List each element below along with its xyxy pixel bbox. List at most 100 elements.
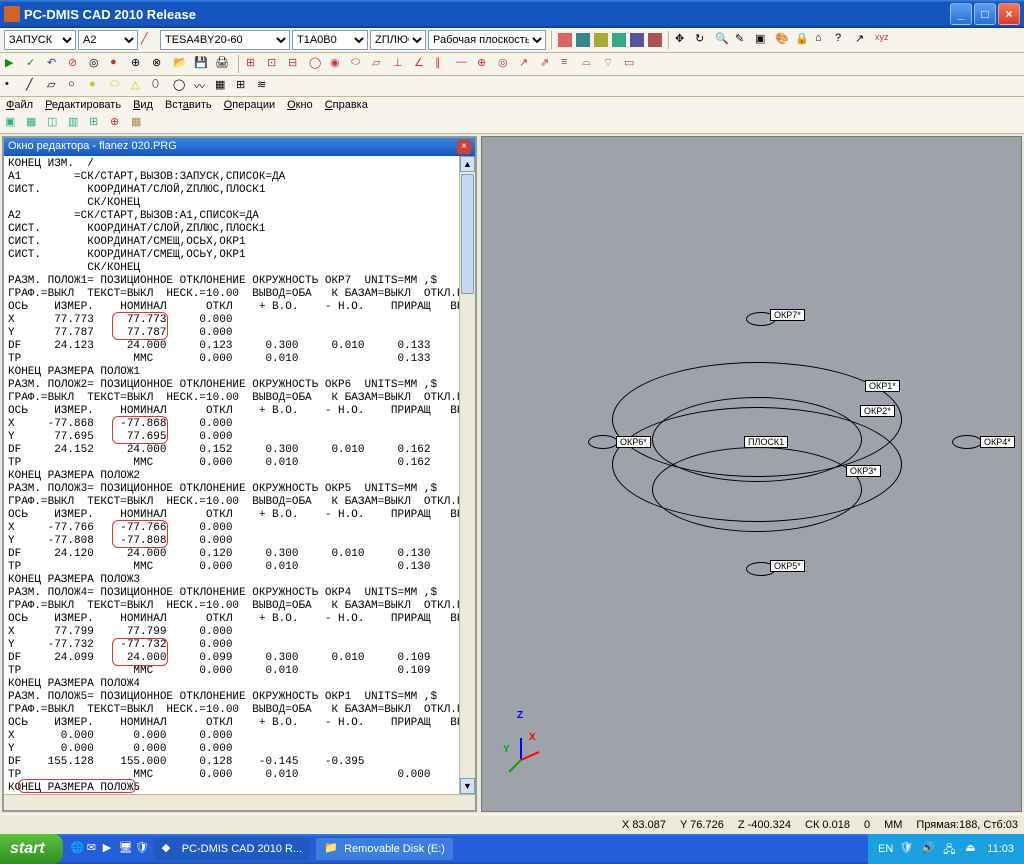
home-icon[interactable]: ⌂ bbox=[815, 32, 831, 48]
export-icon[interactable]: ↗ bbox=[855, 32, 871, 48]
menu-window[interactable]: Окно bbox=[287, 99, 313, 111]
grid4-icon[interactable] bbox=[612, 33, 626, 47]
stop-icon[interactable]: ⊘ bbox=[68, 56, 84, 72]
menu-ops[interactable]: Операции bbox=[224, 99, 275, 111]
quick-mail-icon[interactable]: ✉ bbox=[87, 841, 103, 857]
vscrollbar[interactable]: ▲ ▼ bbox=[459, 156, 475, 794]
play-icon[interactable]: ▶ bbox=[5, 56, 21, 72]
set-icon[interactable]: ⊞ bbox=[236, 78, 252, 94]
dim-circ-icon[interactable]: ◯ bbox=[309, 56, 325, 72]
probe-icon[interactable]: ╱ bbox=[141, 32, 157, 48]
back-icon[interactable]: ↶ bbox=[47, 56, 63, 72]
line-icon[interactable]: ╱ bbox=[26, 78, 42, 94]
lock-icon[interactable]: 🔒 bbox=[795, 32, 811, 48]
pt-icon[interactable]: • bbox=[5, 78, 21, 94]
rotate-icon[interactable]: ↻ bbox=[695, 32, 711, 48]
task-explorer[interactable]: 📁 Removable Disk (E:) bbox=[315, 837, 454, 861]
dim-ang-icon[interactable]: ∠ bbox=[414, 56, 430, 72]
scroll-down-icon[interactable]: ▼ bbox=[460, 778, 475, 794]
task-pcdmis[interactable]: ◆ PC-DMIS CAD 2010 R... bbox=[153, 837, 311, 861]
editor-close-icon[interactable]: × bbox=[457, 140, 471, 154]
scroll-thumb[interactable] bbox=[461, 174, 474, 294]
dim1-icon[interactable]: ⊞ bbox=[246, 56, 262, 72]
cubes-icon[interactable]: ⊞ bbox=[89, 115, 105, 131]
cone-icon[interactable]: △ bbox=[131, 78, 147, 94]
hscrollbar[interactable] bbox=[4, 794, 475, 810]
palette-icon[interactable]: 🎨 bbox=[775, 32, 791, 48]
dim-perp-icon[interactable]: ⊥ bbox=[393, 56, 409, 72]
move-icon[interactable]: ✥ bbox=[675, 32, 691, 48]
check-icon[interactable]: ✓ bbox=[26, 56, 42, 72]
menu-insert[interactable]: Вставить bbox=[165, 99, 212, 111]
cube-icon[interactable]: ▣ bbox=[755, 32, 771, 48]
dim-par-icon[interactable]: ∥ bbox=[435, 56, 451, 72]
slot-icon[interactable]: ⬯ bbox=[152, 78, 168, 94]
minimize-button[interactable]: _ bbox=[950, 3, 972, 25]
editor-titlebar[interactable]: Окно редактора - flanez 020.PRG × bbox=[4, 138, 475, 156]
tray-usb-icon[interactable]: ⏏ bbox=[965, 841, 981, 857]
torus-icon[interactable]: ◯ bbox=[173, 78, 189, 94]
tray-net-icon[interactable]: 🖧 bbox=[943, 841, 959, 857]
dim3-icon[interactable]: ⊟ bbox=[288, 56, 304, 72]
cyl-icon[interactable]: ⬭ bbox=[110, 78, 126, 94]
dim-pos-icon[interactable]: ⊕ bbox=[477, 56, 493, 72]
editor-text-area[interactable]: КОНЕЦ ИЗМ. / A1 =СК/СТАРТ,ВЫЗОВ:ЗАПУСК,С… bbox=[4, 156, 459, 794]
record-icon[interactable]: ● bbox=[110, 56, 126, 72]
sphere-icon[interactable]: ● bbox=[89, 78, 105, 94]
quick-desktop-icon[interactable]: 🖥 bbox=[119, 841, 135, 857]
dim-sym-icon[interactable]: ≡ bbox=[561, 56, 577, 72]
curve-icon[interactable]: 〰 bbox=[194, 78, 210, 94]
dim-circ2-icon[interactable]: ◉ bbox=[330, 56, 346, 72]
circle-icon[interactable]: ○ bbox=[68, 78, 84, 94]
addcube-icon[interactable]: ⊕ bbox=[110, 115, 126, 131]
zoom-icon[interactable]: 🔍 bbox=[715, 32, 731, 48]
dim-fcf-icon[interactable]: ▭ bbox=[624, 56, 640, 72]
clock[interactable]: 11:03 bbox=[987, 843, 1014, 855]
dropdown-a2[interactable]: A2 bbox=[78, 30, 138, 50]
menu-file[interactable]: Файл bbox=[6, 99, 33, 111]
start-button[interactable]: start bbox=[0, 834, 63, 864]
cube1-icon[interactable]: ▣ bbox=[5, 115, 21, 131]
dropdown-probe[interactable]: TESA4BY20-60 bbox=[160, 30, 290, 50]
cad-viewport[interactable]: ОКР7* ОКР1* ОКР2* ОКР3* ОКР4* ОКР5* ОКР6… bbox=[481, 136, 1022, 812]
menu-help[interactable]: Справка bbox=[325, 99, 368, 111]
dropdown-tip[interactable]: T1A0B0 bbox=[292, 30, 368, 50]
dim-conc-icon[interactable]: ◎ bbox=[498, 56, 514, 72]
snap-icon[interactable]: ⊕ bbox=[131, 56, 147, 72]
surf-icon[interactable]: ▦ bbox=[215, 78, 231, 94]
cube3-icon[interactable]: ◫ bbox=[47, 115, 63, 131]
menu-edit[interactable]: Редактировать bbox=[45, 99, 121, 111]
print-icon[interactable]: 🖨 bbox=[215, 56, 231, 72]
cube2-icon[interactable]: ▦ bbox=[26, 115, 42, 131]
menu-view[interactable]: Вид bbox=[133, 99, 153, 111]
grid-icon[interactable] bbox=[558, 33, 572, 47]
snap2-icon[interactable]: ⊗ bbox=[152, 56, 168, 72]
tray-vol-icon[interactable]: 🔊 bbox=[921, 841, 937, 857]
wand-icon[interactable]: ✎ bbox=[735, 32, 751, 48]
dim-cyl-icon[interactable]: ⬭ bbox=[351, 56, 367, 72]
extra-icon[interactable]: ▦ bbox=[131, 115, 147, 131]
lang-indicator[interactable]: EN bbox=[878, 843, 893, 855]
quick-av-icon[interactable]: 🛡 bbox=[135, 841, 151, 857]
plane-icon[interactable]: ▱ bbox=[47, 78, 63, 94]
maximize-button[interactable]: □ bbox=[974, 3, 996, 25]
dim-line-icon[interactable]: — bbox=[456, 56, 472, 72]
cube4-icon[interactable]: ▥ bbox=[68, 115, 84, 131]
quick-media-icon[interactable]: ▶ bbox=[103, 841, 119, 857]
dropdown-launch[interactable]: ЗАПУСК bbox=[4, 30, 76, 50]
dropdown-workplane[interactable]: Рабочая плоскость bbox=[428, 30, 546, 50]
grid5-icon[interactable] bbox=[630, 33, 644, 47]
dim-tot-icon[interactable]: ⇗ bbox=[540, 56, 556, 72]
dim-prof-icon[interactable]: ⌓ bbox=[582, 56, 598, 72]
open-icon[interactable]: 📂 bbox=[173, 56, 189, 72]
close-button[interactable]: × bbox=[998, 3, 1020, 25]
grid6-icon[interactable] bbox=[648, 33, 662, 47]
scroll-up-icon[interactable]: ▲ bbox=[460, 156, 475, 172]
quick-ie-icon[interactable]: 🌐 bbox=[71, 841, 87, 857]
xyz-icon[interactable]: xyz bbox=[875, 32, 891, 48]
help-icon[interactable]: ? bbox=[835, 32, 851, 48]
dim-flat-icon[interactable]: ▱ bbox=[372, 56, 388, 72]
dim-run-icon[interactable]: ↗ bbox=[519, 56, 535, 72]
scan-icon[interactable]: ≋ bbox=[257, 78, 273, 94]
grid2-icon[interactable] bbox=[576, 33, 590, 47]
